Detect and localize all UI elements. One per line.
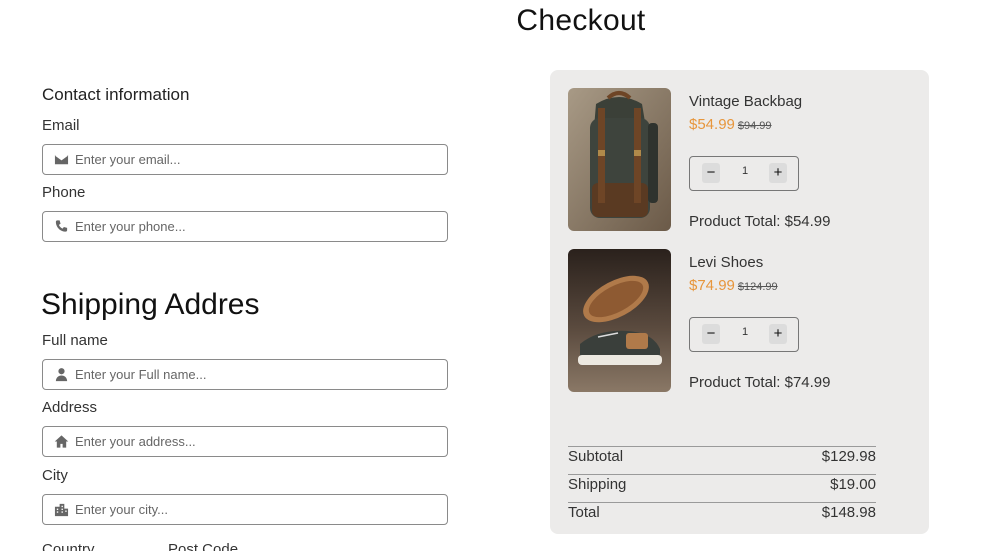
city-field-container[interactable] bbox=[42, 494, 448, 525]
item-price: $74.99 $124.99 bbox=[689, 277, 778, 294]
user-icon bbox=[53, 367, 69, 383]
shoes-image bbox=[568, 249, 671, 392]
subtotal-value: $129.98 bbox=[821, 448, 876, 465]
backpack-image bbox=[568, 88, 671, 231]
quantity-stepper: − 1 + bbox=[689, 156, 799, 191]
shipping-heading: Shipping Addres bbox=[41, 288, 260, 321]
email-field-container[interactable] bbox=[42, 144, 448, 175]
item-product-total: Product Total: $74.99 bbox=[689, 374, 831, 391]
quantity-value[interactable]: 1 bbox=[736, 165, 754, 177]
total-value: $148.98 bbox=[821, 504, 876, 521]
item-name: Levi Shoes bbox=[689, 254, 764, 271]
city-label: City bbox=[42, 467, 68, 484]
address-field-container[interactable] bbox=[42, 426, 448, 457]
item-current-price: $74.99 bbox=[689, 277, 735, 294]
total-row: Total $148.98 bbox=[568, 502, 876, 530]
address-label: Address bbox=[42, 399, 98, 416]
email-input[interactable] bbox=[75, 152, 435, 167]
item-old-price: $124.99 bbox=[737, 281, 778, 293]
page-title: Checkout bbox=[516, 4, 646, 37]
email-label: Email bbox=[42, 117, 80, 134]
subtotal-label: Subtotal bbox=[568, 448, 624, 465]
city-input[interactable] bbox=[75, 502, 435, 517]
city-icon bbox=[53, 502, 69, 518]
fullname-field-container[interactable] bbox=[42, 359, 448, 390]
decrement-button[interactable]: − bbox=[702, 324, 720, 344]
shipping-label: Shipping bbox=[568, 476, 627, 493]
address-input[interactable] bbox=[75, 434, 435, 449]
increment-button[interactable]: + bbox=[769, 324, 787, 344]
phone-input[interactable] bbox=[75, 219, 435, 234]
phone-icon bbox=[53, 219, 69, 235]
item-current-price: $54.99 bbox=[689, 116, 735, 133]
shipping-value: $19.00 bbox=[830, 476, 876, 493]
postcode-label: Post Code bbox=[168, 541, 239, 551]
fullname-input[interactable] bbox=[75, 367, 435, 382]
phone-label: Phone bbox=[42, 184, 86, 201]
item-price: $54.99 $94.99 bbox=[689, 116, 772, 133]
home-icon bbox=[53, 434, 69, 450]
item-name: Vintage Backbag bbox=[689, 93, 803, 110]
fullname-label: Full name bbox=[42, 332, 108, 349]
phone-field-container[interactable] bbox=[42, 211, 448, 242]
quantity-value[interactable]: 1 bbox=[736, 326, 754, 338]
quantity-stepper: − 1 + bbox=[689, 317, 799, 352]
shipping-row: Shipping $19.00 bbox=[568, 474, 876, 502]
contact-heading: Contact information bbox=[42, 85, 190, 104]
item-old-price: $94.99 bbox=[737, 120, 772, 132]
subtotal-row: Subtotal $129.98 bbox=[568, 446, 876, 474]
total-label: Total bbox=[568, 504, 600, 521]
envelope-icon bbox=[53, 152, 69, 168]
country-label: Country bbox=[42, 541, 95, 551]
increment-button[interactable]: + bbox=[769, 163, 787, 183]
decrement-button[interactable]: − bbox=[702, 163, 720, 183]
item-product-total: Product Total: $54.99 bbox=[689, 213, 831, 230]
